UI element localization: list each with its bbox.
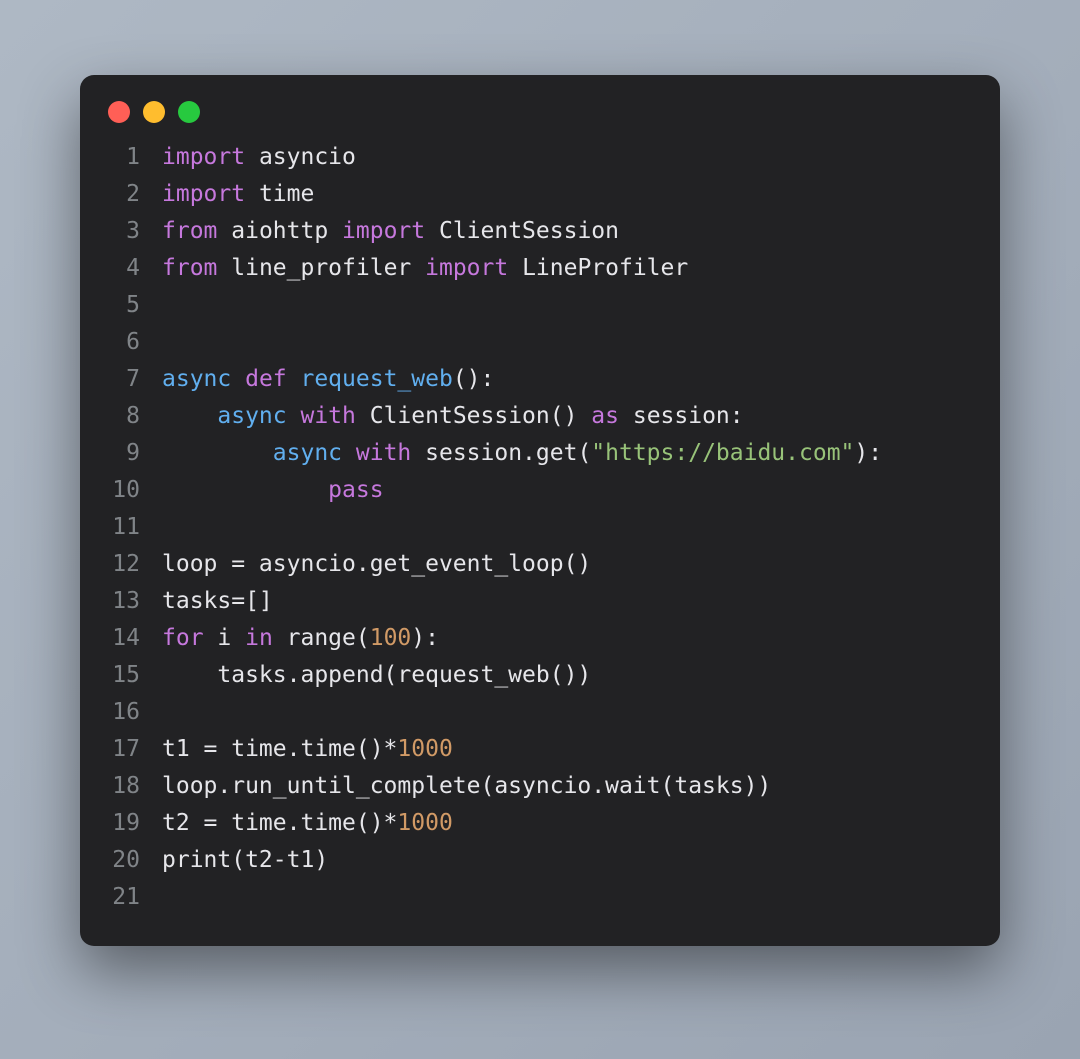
code-content: async def request_web(): bbox=[162, 361, 494, 398]
code-line: 14for i in range(100): bbox=[80, 620, 980, 657]
line-number: 9 bbox=[80, 435, 162, 472]
code-line: 4from line_profiler import LineProfiler bbox=[80, 250, 980, 287]
zoom-icon[interactable] bbox=[178, 101, 200, 123]
code-line: 6 bbox=[80, 324, 980, 361]
line-number: 14 bbox=[80, 620, 162, 657]
code-line: 17t1 = time.time()*1000 bbox=[80, 731, 980, 768]
code-line: 1import asyncio bbox=[80, 139, 980, 176]
line-number: 10 bbox=[80, 472, 162, 509]
line-number: 8 bbox=[80, 398, 162, 435]
code-line: 8 async with ClientSession() as session: bbox=[80, 398, 980, 435]
code-content: print(t2-t1) bbox=[162, 842, 328, 879]
line-number: 3 bbox=[80, 213, 162, 250]
code-content: import time bbox=[162, 176, 314, 213]
code-content: for i in range(100): bbox=[162, 620, 439, 657]
code-line: 2import time bbox=[80, 176, 980, 213]
code-content: from aiohttp import ClientSession bbox=[162, 213, 619, 250]
code-line: 12loop = asyncio.get_event_loop() bbox=[80, 546, 980, 583]
code-line: 11 bbox=[80, 509, 980, 546]
code-content: async with session.get("https://baidu.co… bbox=[162, 435, 882, 472]
line-number: 11 bbox=[80, 509, 162, 546]
line-number: 15 bbox=[80, 657, 162, 694]
code-content: from line_profiler import LineProfiler bbox=[162, 250, 688, 287]
line-number: 1 bbox=[80, 139, 162, 176]
code-line: 7async def request_web(): bbox=[80, 361, 980, 398]
line-number: 13 bbox=[80, 583, 162, 620]
line-number: 17 bbox=[80, 731, 162, 768]
close-icon[interactable] bbox=[108, 101, 130, 123]
code-content: t2 = time.time()*1000 bbox=[162, 805, 453, 842]
code-content: pass bbox=[162, 472, 384, 509]
code-content: t1 = time.time()*1000 bbox=[162, 731, 453, 768]
code-line: 10 pass bbox=[80, 472, 980, 509]
code-content: loop.run_until_complete(asyncio.wait(tas… bbox=[162, 768, 771, 805]
line-number: 18 bbox=[80, 768, 162, 805]
code-content: import asyncio bbox=[162, 139, 356, 176]
code-line: 19t2 = time.time()*1000 bbox=[80, 805, 980, 842]
code-area: 1import asyncio2import time3from aiohttp… bbox=[80, 133, 1000, 916]
line-number: 21 bbox=[80, 879, 162, 916]
code-content: tasks.append(request_web()) bbox=[162, 657, 591, 694]
line-number: 6 bbox=[80, 324, 162, 361]
code-content: async with ClientSession() as session: bbox=[162, 398, 744, 435]
code-window: 1import asyncio2import time3from aiohttp… bbox=[80, 75, 1000, 946]
line-number: 16 bbox=[80, 694, 162, 731]
line-number: 19 bbox=[80, 805, 162, 842]
code-content: loop = asyncio.get_event_loop() bbox=[162, 546, 591, 583]
code-line: 13tasks=[] bbox=[80, 583, 980, 620]
line-number: 2 bbox=[80, 176, 162, 213]
line-number: 5 bbox=[80, 287, 162, 324]
window-titlebar bbox=[80, 75, 1000, 133]
code-line: 18loop.run_until_complete(asyncio.wait(t… bbox=[80, 768, 980, 805]
line-number: 7 bbox=[80, 361, 162, 398]
code-line: 9 async with session.get("https://baidu.… bbox=[80, 435, 980, 472]
code-line: 20print(t2-t1) bbox=[80, 842, 980, 879]
code-line: 16 bbox=[80, 694, 980, 731]
line-number: 20 bbox=[80, 842, 162, 879]
minimize-icon[interactable] bbox=[143, 101, 165, 123]
code-content: tasks=[] bbox=[162, 583, 273, 620]
line-number: 12 bbox=[80, 546, 162, 583]
code-line: 21 bbox=[80, 879, 980, 916]
code-line: 15 tasks.append(request_web()) bbox=[80, 657, 980, 694]
code-line: 3from aiohttp import ClientSession bbox=[80, 213, 980, 250]
line-number: 4 bbox=[80, 250, 162, 287]
code-line: 5 bbox=[80, 287, 980, 324]
